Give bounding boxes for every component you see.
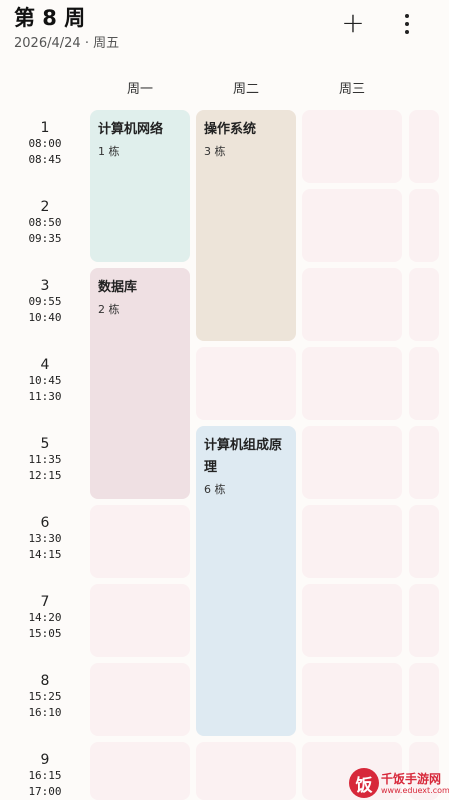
period-8: 8 15:25 16:10 <box>0 673 90 721</box>
empty-cell[interactable] <box>409 110 439 183</box>
course-room: 2 栋 <box>98 303 120 316</box>
empty-cell[interactable] <box>90 505 190 578</box>
period-number: 1 <box>40 120 50 136</box>
period-6: 6 13:30 14:15 <box>0 515 90 563</box>
empty-cell[interactable] <box>409 505 439 578</box>
period-end-time: 08:45 <box>28 153 62 166</box>
period-end-time: 10:40 <box>28 311 62 324</box>
day-header-mon: 周一 <box>126 82 153 97</box>
course-card[interactable]: 数据库 2 栋 <box>90 268 190 499</box>
period-9: 9 16:15 17:00 <box>0 752 90 800</box>
period-end-time: 11:30 <box>28 390 62 403</box>
period-number: 3 <box>40 278 50 294</box>
period-1: 1 08:00 08:45 <box>0 120 90 168</box>
period-number: 8 <box>40 673 50 689</box>
period-end-time: 14:15 <box>28 548 62 561</box>
period-start-time: 14:20 <box>28 611 62 624</box>
period-start-time: 10:45 <box>28 374 62 387</box>
period-3: 3 09:55 10:40 <box>0 278 90 326</box>
period-start-time: 09:55 <box>28 295 62 308</box>
period-number: 2 <box>40 199 50 215</box>
add-course-button[interactable]: + <box>338 8 368 38</box>
empty-cell[interactable] <box>90 742 190 800</box>
period-2: 2 08:50 09:35 <box>0 199 90 247</box>
watermark-url: www.eduext.com <box>381 786 449 795</box>
course-room: 1 栋 <box>98 145 120 158</box>
day-header-tue: 周二 <box>232 82 259 97</box>
course-name: 计算机网络 <box>98 122 164 137</box>
week-title[interactable]: 第 8 周 <box>14 2 85 32</box>
empty-cell[interactable] <box>409 268 439 341</box>
watermark-logo: 饭 <box>349 768 379 798</box>
empty-cell[interactable] <box>302 189 402 262</box>
empty-cell[interactable] <box>302 663 402 736</box>
period-end-time: 17:00 <box>28 785 62 798</box>
course-room: 6 栋 <box>204 483 226 496</box>
period-7: 7 14:20 15:05 <box>0 594 90 642</box>
period-end-time: 15:05 <box>28 627 62 640</box>
empty-cell[interactable] <box>302 426 402 499</box>
period-start-time: 16:15 <box>28 769 62 782</box>
period-start-time: 13:30 <box>28 532 62 545</box>
more-vertical-icon <box>405 14 409 18</box>
empty-cell[interactable] <box>409 426 439 499</box>
empty-cell[interactable] <box>302 347 402 420</box>
empty-cell[interactable] <box>409 189 439 262</box>
empty-cell[interactable] <box>90 663 190 736</box>
course-name: 操作系统 <box>204 122 257 137</box>
period-start-time: 15:25 <box>28 690 62 703</box>
empty-cell[interactable] <box>196 347 296 420</box>
period-end-time: 16:10 <box>28 706 62 719</box>
period-5: 5 11:35 12:15 <box>0 436 90 484</box>
empty-cell[interactable] <box>302 268 402 341</box>
top-app-bar: 第 8 周 2026/4/24 · 周五 + <box>0 0 449 62</box>
period-start-time: 11:35 <box>28 453 62 466</box>
period-start-time: 08:00 <box>28 137 62 150</box>
empty-cell[interactable] <box>196 742 296 800</box>
course-card[interactable]: 计算机组成原理 6 栋 <box>196 426 296 736</box>
empty-cell[interactable] <box>302 505 402 578</box>
course-card[interactable]: 操作系统 3 栋 <box>196 110 296 341</box>
course-name: 数据库 <box>98 280 138 295</box>
plus-icon: + <box>341 6 365 39</box>
day-header-wed: 周三 <box>338 82 365 97</box>
course-card[interactable]: 计算机网络 1 栋 <box>90 110 190 262</box>
period-number: 5 <box>40 436 50 452</box>
current-date: 2026/4/24 <box>14 36 81 51</box>
date-separator: · <box>84 36 94 51</box>
period-start-time: 08:50 <box>28 216 62 229</box>
period-4: 4 10:45 11:30 <box>0 357 90 405</box>
empty-cell[interactable] <box>302 584 402 657</box>
period-number: 9 <box>40 752 50 768</box>
period-number: 7 <box>40 594 50 610</box>
course-room: 3 栋 <box>204 145 226 158</box>
empty-cell[interactable] <box>409 663 439 736</box>
current-weekday: 周五 <box>93 36 120 51</box>
date-line: 2026/4/24 · 周五 <box>14 32 119 51</box>
empty-cell[interactable] <box>302 110 402 183</box>
course-name: 计算机组成原理 <box>204 438 283 475</box>
watermark-name: 千饭手游网 <box>381 772 442 786</box>
empty-cell[interactable] <box>90 584 190 657</box>
empty-cell[interactable] <box>409 347 439 420</box>
period-end-time: 12:15 <box>28 469 62 482</box>
empty-cell[interactable] <box>409 584 439 657</box>
period-end-time: 09:35 <box>28 232 62 245</box>
more-options-button[interactable] <box>394 8 420 40</box>
period-number: 6 <box>40 515 50 531</box>
watermark: 饭 千饭手游网 www.eduext.com <box>349 768 449 800</box>
period-number: 4 <box>40 357 50 373</box>
